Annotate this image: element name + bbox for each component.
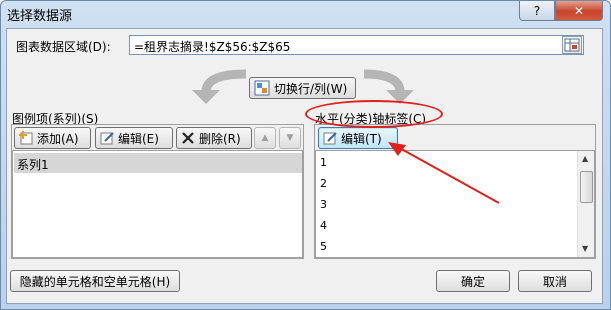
axis-edit-button-label: 编辑(T) xyxy=(341,131,382,146)
data-range-input[interactable]: =租界志摘录!$Z$56:$Z$65 xyxy=(129,35,584,55)
title-bar: 选择数据源 ? ✕ xyxy=(1,1,610,27)
move-up-icon: ▲ xyxy=(261,133,269,143)
hidden-cells-label: 隐藏的单元格和空单元格(H) xyxy=(19,274,171,289)
move-down-icon: ▼ xyxy=(286,133,294,143)
switch-rows-cols-icon xyxy=(254,80,270,96)
annotation-arrow xyxy=(388,142,500,204)
legend-series-list[interactable]: 系列1 xyxy=(12,150,303,258)
delete-icon xyxy=(182,132,194,144)
add-button-label: 添加(A) xyxy=(37,131,79,146)
axis-list-scrollbar[interactable]: ▲ ▼ xyxy=(577,151,594,257)
list-item: 5 xyxy=(320,240,327,253)
edit-button-label: 编辑(E) xyxy=(118,131,159,146)
help-button[interactable]: ? xyxy=(519,1,555,21)
move-down-button[interactable]: ▼ xyxy=(279,127,301,149)
switch-row-column-button[interactable]: 切换行/列(W) xyxy=(249,77,356,99)
scroll-down-icon[interactable]: ▼ xyxy=(582,244,588,253)
delete-button-label: 删除(R) xyxy=(199,131,241,146)
list-item: 3 xyxy=(320,198,327,211)
scroll-up-icon[interactable]: ▲ xyxy=(582,154,588,163)
list-item: 1 xyxy=(320,156,327,169)
annotation-oval xyxy=(305,100,443,128)
scrollbar-thumb[interactable] xyxy=(580,171,593,203)
delete-series-button[interactable]: 删除(R) xyxy=(176,127,252,149)
range-picker-button[interactable] xyxy=(562,36,582,54)
list-item: 4 xyxy=(320,219,327,232)
list-item: 2 xyxy=(320,177,327,190)
list-item[interactable]: 系列1 xyxy=(14,153,302,173)
cancel-label: 取消 xyxy=(542,274,567,289)
dialog-title: 选择数据源 xyxy=(7,9,73,24)
hidden-empty-cells-button[interactable]: 隐藏的单元格和空单元格(H) xyxy=(10,270,180,292)
close-icon: ✕ xyxy=(573,3,585,18)
edit-icon xyxy=(323,132,337,145)
data-range-label: 图表数据区域(D): xyxy=(16,40,111,54)
ok-label: 确定 xyxy=(460,274,485,289)
move-up-button[interactable]: ▲ xyxy=(254,127,276,149)
edit-icon xyxy=(100,132,114,145)
help-icon: ? xyxy=(533,3,541,18)
ok-button[interactable]: 确定 xyxy=(436,270,510,292)
close-button[interactable]: ✕ xyxy=(555,1,603,21)
cancel-button[interactable]: 取消 xyxy=(518,270,592,292)
add-series-button[interactable]: 添加(A) xyxy=(14,127,91,149)
range-picker-icon xyxy=(564,38,580,52)
edit-series-button[interactable]: 编辑(E) xyxy=(95,127,173,149)
switch-button-label: 切换行/列(W) xyxy=(274,81,348,96)
add-icon xyxy=(19,131,33,145)
